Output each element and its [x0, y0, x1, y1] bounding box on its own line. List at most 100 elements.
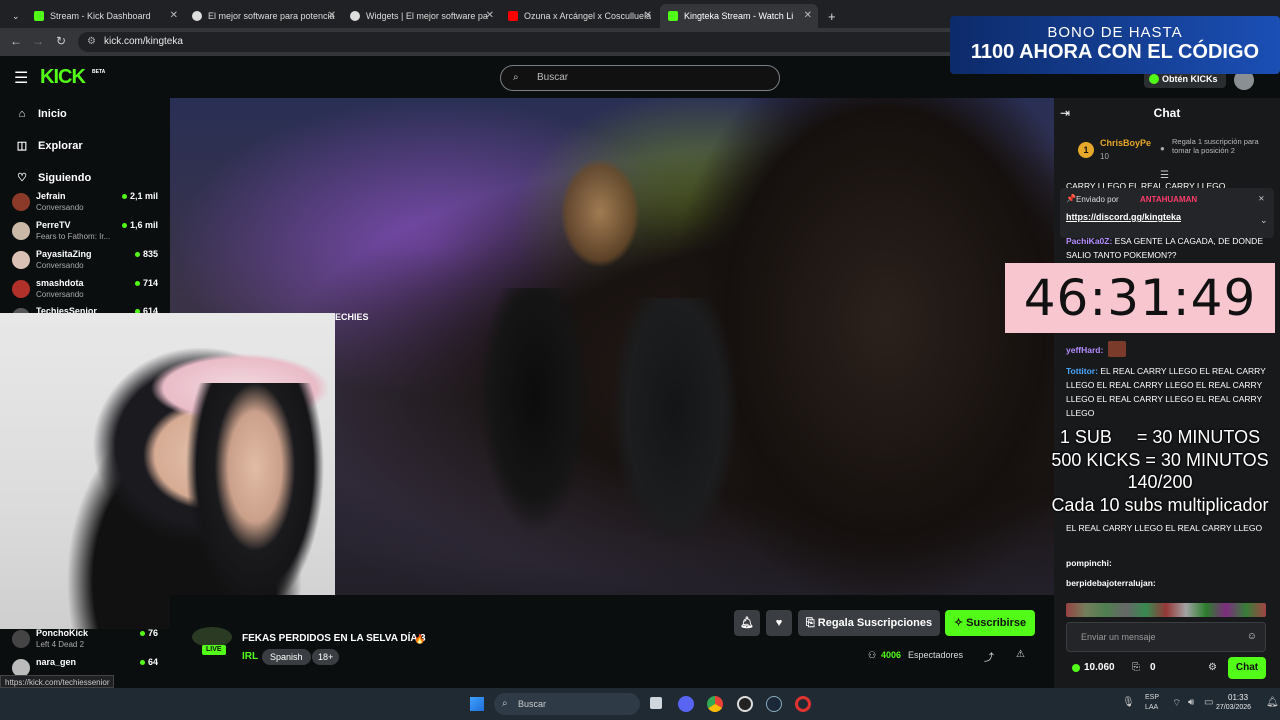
link-status-tooltip: https://kick.com/techiessenior [0, 675, 115, 688]
sidebar-item-siguiendo[interactable]: ♡ Siguiendo [16, 172, 91, 184]
subscribe-button[interactable]: ✧ Suscribirse [945, 610, 1035, 636]
tag-language[interactable]: Spanish [262, 649, 311, 665]
tag-age[interactable]: 18+ [312, 649, 340, 665]
close-icon[interactable]: ✕ [804, 10, 812, 21]
kick-favicon-icon [34, 11, 44, 21]
chat-panel: ⇥ Chat 1 ChrisBoyPe 10 ● Regala 1 suscri… [1054, 98, 1280, 688]
diamond-favicon-icon [350, 11, 360, 21]
close-icon[interactable]: ✕ [328, 10, 336, 21]
language-indicator[interactable]: ESP [1145, 694, 1159, 701]
microphone-icon[interactable]: 🎙︎ [1122, 697, 1135, 708]
compass-icon: ◫ [16, 140, 28, 152]
tab-kingteka-stream[interactable]: Kingteka Stream - Watch Li ✕ [660, 4, 818, 28]
notification-bell-button[interactable]: 🔔︎ [734, 610, 760, 636]
beta-badge: BETA [92, 69, 106, 75]
battery-icon[interactable]: ▭ [1204, 697, 1213, 708]
tab-widgets[interactable]: Widgets | El mejor software pa ✕ [342, 4, 500, 28]
windows-start-icon[interactable] [470, 697, 484, 711]
chevron-down-icon[interactable]: ⌄ [1260, 215, 1268, 226]
report-icon[interactable]: ⚠ [1016, 649, 1025, 660]
followed-channel[interactable]: PayasitaZing Conversando 835 [12, 248, 162, 276]
promo-banner[interactable]: BONO DE HASTA 1100 AHORA CON EL CÓDIGO [950, 16, 1280, 74]
search-input[interactable]: ⌕ Buscar [500, 65, 780, 91]
sidebar-item-explorar[interactable]: ◫ Explorar [16, 140, 83, 152]
diamond-favicon-icon [192, 11, 202, 21]
webcam-person [180, 383, 330, 623]
close-icon[interactable]: ✕ [644, 10, 652, 21]
steam-icon[interactable] [766, 696, 782, 712]
new-tab-button[interactable]: + [820, 4, 840, 28]
menu-icon[interactable]: ☰ [14, 68, 28, 88]
kicks-coin-icon [1149, 74, 1159, 84]
fire-icon: 🔥 [414, 634, 426, 644]
webcam-overlay [0, 313, 335, 629]
wifi-icon[interactable]: ⌔ [1172, 697, 1181, 710]
app-icon[interactable] [795, 696, 811, 712]
gear-icon[interactable]: ⚙ [1208, 662, 1217, 673]
close-icon[interactable]: ✕ [170, 10, 178, 21]
pinned-message[interactable]: 📌 Enviado por ANTAHUAMAN ⨯ https://disco… [1060, 188, 1274, 238]
viewers-label: Espectadores [908, 650, 964, 660]
search-icon: ⌕ [513, 72, 519, 83]
channel-avatar[interactable] [192, 627, 232, 647]
chrome-icon[interactable] [707, 696, 723, 712]
top-gifter-name[interactable]: ChrisBoyPe [1100, 138, 1151, 148]
pinned-link[interactable]: https://discord.gg/kingteka [1066, 212, 1181, 222]
emoji-icon[interactable]: ☺ [1247, 623, 1257, 651]
home-icon: ⌂ [18, 108, 26, 120]
emote [1108, 341, 1126, 357]
gift-icon[interactable]: ⎘ [1132, 662, 1140, 673]
notifications-icon[interactable]: 🔔︎ [1266, 697, 1279, 708]
viewer-count: 4006 [881, 650, 902, 660]
tab-kick-dashboard[interactable]: Stream - Kick Dashboard ✕ [26, 4, 184, 28]
followed-channel[interactable]: PonchoKick Left 4 Dead 2 76 [12, 627, 162, 655]
discord-icon[interactable] [678, 696, 694, 712]
gift-prompt: Regala 1 suscripción para tomar la posic… [1172, 137, 1259, 155]
bell-icon: 🔔︎ [740, 617, 754, 629]
forward-arrow-icon[interactable]: → [32, 34, 44, 48]
taskbar-search[interactable]: ⌕ Buscar [494, 693, 640, 715]
tab-software-1[interactable]: El mejor software para potencia ✕ [184, 4, 342, 28]
kick-logo[interactable]: KICK [40, 66, 86, 89]
chevron-down-icon: ⌄ [12, 10, 20, 21]
send-chat-button[interactable]: Chat [1228, 657, 1266, 679]
kick-favicon-icon [668, 11, 678, 21]
share-icon[interactable]: ⤴ [984, 649, 994, 664]
avatar [12, 280, 30, 298]
gift-icon: ⎘ [805, 617, 818, 629]
followed-channel[interactable]: smashdota Conversando 714 [12, 277, 162, 305]
emote-bar[interactable] [1066, 603, 1266, 617]
chat-input[interactable]: Enviar un mensaje ☺ [1066, 622, 1266, 652]
clock-time[interactable]: 01:33 [1228, 693, 1248, 702]
stream-info-bar: LIVE FEKAS PERDIDOS EN LA SELVA DÍA 3 🔥 … [170, 595, 1054, 688]
kicks-balance[interactable]: 10.060 [1084, 662, 1115, 673]
subathon-timer: 46:31:49 [1005, 263, 1275, 333]
tab-youtube[interactable]: Ozuna x Arcángel x Cosculluela ✕ [500, 4, 658, 28]
stream-title: FEKAS PERDIDOS EN LA SELVA DÍA 3 [242, 633, 426, 644]
stream-category[interactable]: IRL [242, 651, 258, 662]
sidebar-item-inicio[interactable]: ⌂ Inicio [16, 108, 67, 120]
back-arrow-icon[interactable]: ← [10, 34, 22, 48]
youtube-favicon-icon [508, 11, 518, 21]
reload-icon[interactable]: ↻ [56, 34, 66, 48]
windows-taskbar: ⌕ Buscar 🎙︎ ESP LAA ⌔ 🔊︎ ▭ 01:33 27/03/2… [0, 688, 1280, 720]
site-settings-icon[interactable]: ⚙ [87, 32, 96, 52]
kicks-coin-icon [1072, 664, 1080, 672]
close-icon[interactable]: ✕ [486, 10, 494, 21]
clock-date[interactable]: 27/03/2026 [1216, 704, 1251, 711]
followed-channel[interactable]: PerreTV Fears to Fathom: Ir... 1,6 mil [12, 219, 162, 247]
obs-icon[interactable] [737, 696, 753, 712]
url-field[interactable]: ⚙ kick.com/kingteka [78, 32, 958, 52]
tab-search-dropdown[interactable]: ⌄ [4, 4, 26, 28]
volume-icon[interactable]: 🔊︎ [1188, 697, 1194, 708]
follow-button[interactable]: ♥ [766, 610, 792, 636]
avatar [12, 251, 30, 269]
subathon-rules-overlay: 1 SUB = 30 MINUTOS 500 KICKS = 30 MINUTO… [1051, 427, 1269, 515]
task-view-icon[interactable] [650, 697, 662, 709]
followed-channel[interactable]: Jefrain Conversando 2,1 mil [12, 190, 162, 218]
pin-icon: 📌 [1066, 194, 1076, 203]
avatar [12, 222, 30, 240]
gift-subs-button[interactable]: ⎘ Regala Suscripciones [798, 610, 940, 636]
language-layout[interactable]: LAA [1145, 704, 1158, 711]
unpin-icon[interactable]: ⨯ [1258, 194, 1265, 203]
